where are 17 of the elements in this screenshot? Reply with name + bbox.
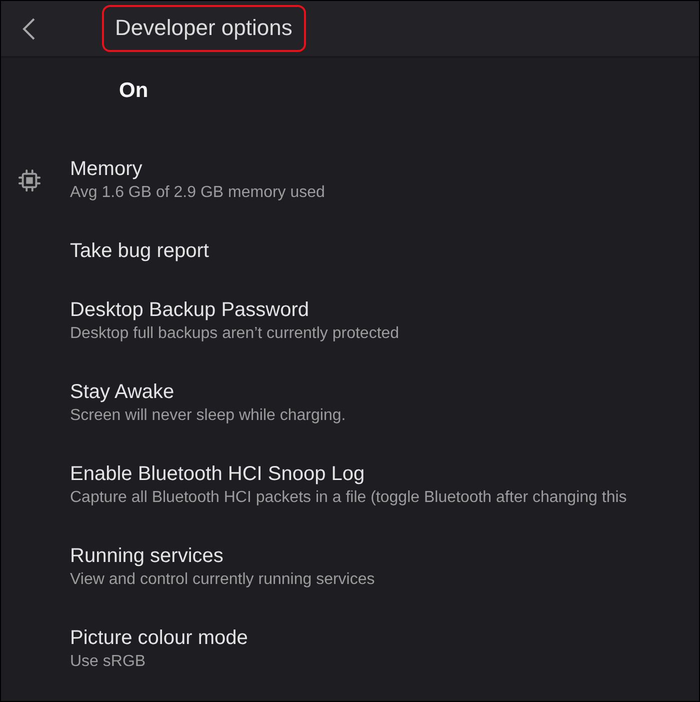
setting-title[interactable]: Memory [70, 157, 142, 181]
setting-title[interactable]: Stay Awake [70, 380, 174, 404]
setting-description: Screen will never sleep while charging. [70, 406, 346, 426]
back-button[interactable] [21, 16, 37, 40]
setting-title[interactable]: Desktop Backup Password [70, 298, 310, 322]
setting-title[interactable]: Picture colour mode [70, 626, 248, 650]
setting-title[interactable]: Running services [70, 544, 224, 568]
setting-description: Capture all Bluetooth HCI packets in a file (toggle Bluetooth after changing this [70, 488, 627, 508]
setting-description: View and control currently running services [70, 570, 375, 590]
chip-icon [18, 169, 41, 192]
setting-description: Use sRGB [70, 652, 146, 672]
setting-description: Avg 1.6 GB of 2.9 GB memory used [70, 183, 325, 203]
setting-title[interactable]: Enable Bluetooth HCI Snoop Log [70, 462, 365, 486]
setting-description: Desktop full backups aren’t currently protected [70, 324, 400, 344]
setting-title[interactable]: Take bug report [70, 239, 209, 263]
on-label: On [119, 79, 148, 103]
page-title: Developer options [102, 5, 306, 52]
